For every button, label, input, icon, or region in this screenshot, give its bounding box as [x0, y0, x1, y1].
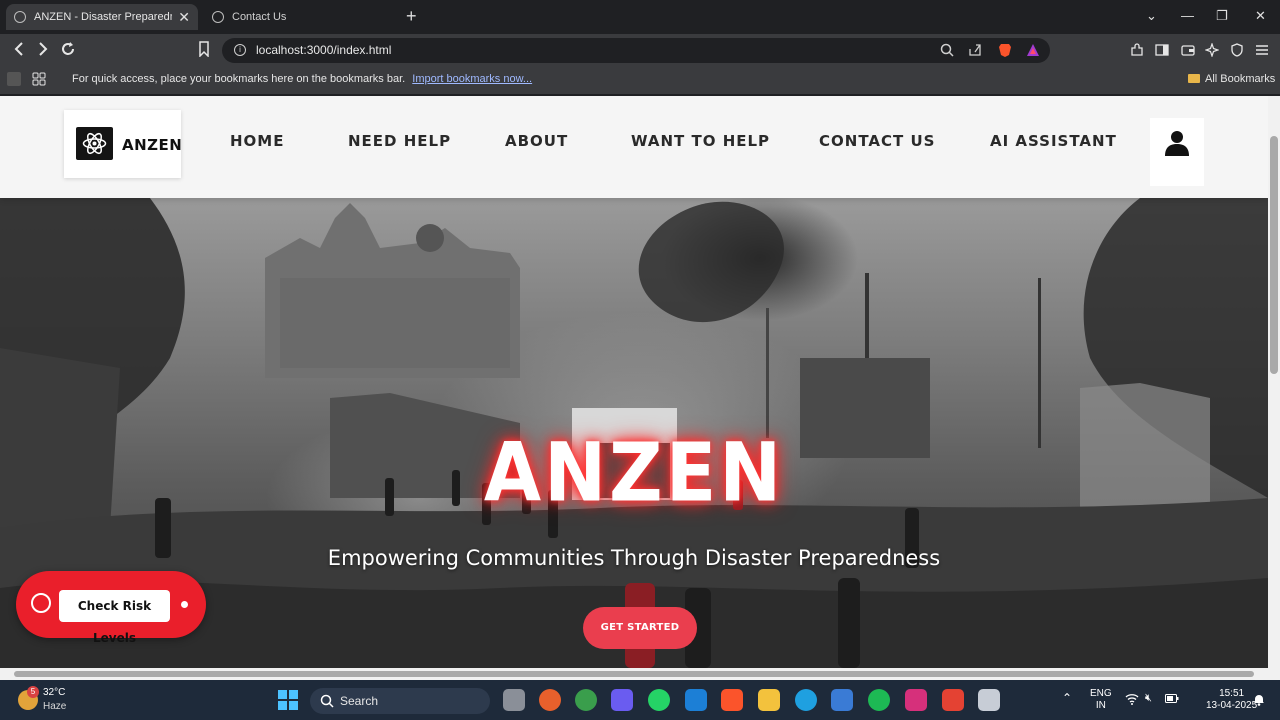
menu-icon[interactable] — [1255, 43, 1269, 57]
scrollbar-thumb[interactable] — [1270, 136, 1278, 374]
check-risk-levels-button[interactable]: Check Risk Levels — [59, 590, 170, 645]
tab-title: ANZEN - Disaster Preparedness — [34, 11, 172, 23]
address-bar[interactable]: i localhost:3000/index.html — [222, 38, 1050, 63]
task-view-icon[interactable] — [503, 689, 525, 711]
close-tab-icon[interactable]: ✕ — [178, 9, 190, 26]
forward-icon[interactable] — [36, 41, 50, 57]
search-icon — [320, 694, 334, 708]
all-bookmarks-label: All Bookmarks — [1205, 73, 1276, 85]
import-bookmarks-link[interactable]: Import bookmarks now... — [412, 73, 532, 85]
site-header: ANZEN HOME NEED HELP ABOUT WANT TO HELP … — [0, 96, 1268, 198]
copilot-icon[interactable] — [611, 689, 633, 711]
bookmarks-message: For quick access, place your bookmarks h… — [72, 73, 532, 85]
nav-ai-assistant[interactable]: AI ASSISTANT — [990, 132, 1117, 150]
language-line1: ENG — [1090, 688, 1112, 699]
tab-anzen[interactable]: ANZEN - Disaster Preparedness ✕ — [6, 4, 198, 30]
system-clock[interactable]: 15:51 13-04-2025 — [1206, 688, 1257, 712]
firefox-icon[interactable] — [539, 689, 561, 711]
tab-contact-us[interactable]: Contact Us — [204, 4, 398, 30]
weather-condition: Haze — [43, 701, 67, 712]
nav-contact-us[interactable]: CONTACT US — [819, 132, 935, 150]
browser-tab-strip: ANZEN - Disaster Preparedness ✕ Contact … — [0, 0, 1280, 34]
status-dot — [181, 601, 188, 608]
brave-icon[interactable] — [721, 689, 743, 711]
vscode-icon[interactable] — [685, 689, 707, 711]
nav-about[interactable]: ABOUT — [505, 132, 568, 150]
back-icon[interactable] — [12, 41, 26, 57]
chrome-icon[interactable] — [575, 689, 597, 711]
logo-text: ANZEN — [122, 136, 183, 154]
vertical-scrollbar[interactable] — [1268, 96, 1280, 668]
folder-icon — [1188, 74, 1200, 83]
tab-title: Contact Us — [232, 11, 287, 23]
get-started-button[interactable]: GET STARTED — [583, 607, 697, 649]
hero-subtitle: Empowering Communities Through Disaster … — [327, 546, 941, 570]
logo-atom-icon — [76, 127, 113, 160]
nav-need-help[interactable]: NEED HELP — [348, 132, 451, 150]
close-window-icon[interactable]: ✕ — [1255, 8, 1266, 24]
file-explorer-icon[interactable] — [758, 689, 780, 711]
notification-badge: 5 — [27, 686, 39, 698]
vpn-icon[interactable] — [1230, 43, 1244, 57]
user-account-button[interactable] — [1150, 118, 1204, 186]
all-bookmarks-button[interactable]: All Bookmarks — [1188, 73, 1275, 85]
share-icon[interactable] — [968, 43, 982, 57]
url-text: localhost:3000/index.html — [256, 43, 392, 57]
bookmark-icon[interactable] — [198, 41, 210, 57]
wps-office-icon[interactable] — [942, 689, 964, 711]
instagram-icon[interactable] — [905, 689, 927, 711]
snipping-tool-icon[interactable] — [978, 689, 1000, 711]
globe-icon — [14, 11, 26, 23]
notifications-icon[interactable] — [1253, 693, 1265, 706]
horizontal-scrollbar[interactable] — [0, 668, 1280, 680]
bookmarks-hint-text: For quick access, place your bookmarks h… — [72, 73, 406, 85]
scrollbar-thumb[interactable] — [14, 671, 1254, 677]
wallet-icon[interactable] — [1181, 43, 1195, 57]
whatsapp-icon[interactable] — [648, 689, 670, 711]
start-windows-icon[interactable] — [278, 690, 298, 710]
grid-icon[interactable] — [32, 72, 46, 86]
reload-icon[interactable] — [60, 41, 76, 57]
apps-icon[interactable] — [7, 72, 21, 86]
edge-icon[interactable] — [795, 689, 817, 711]
risk-widget[interactable]: Check Risk Levels — [16, 571, 206, 645]
new-tab-icon[interactable]: + — [406, 6, 417, 27]
store-icon[interactable] — [831, 689, 853, 711]
risk-gauge-icon — [31, 593, 51, 613]
sidebar-icon[interactable] — [1155, 43, 1169, 57]
bookmarks-bar: For quick access, place your bookmarks h… — [0, 66, 1280, 94]
search-label: Search — [340, 694, 379, 708]
brave-rewards-icon[interactable] — [1026, 43, 1040, 57]
windows-taskbar: 5 32°C Haze Search ⌃ ENG IN 🔇︎ 15:51 13-… — [0, 680, 1280, 720]
extensions-icon[interactable] — [1130, 43, 1144, 57]
tray-overflow-icon[interactable]: ⌃ — [1062, 692, 1072, 704]
site-logo[interactable]: ANZEN — [64, 110, 183, 178]
clock-time: 15:51 — [1219, 688, 1245, 699]
nav-home[interactable]: HOME — [230, 132, 284, 150]
volume-muted-icon[interactable]: 🔇︎ — [1145, 692, 1152, 704]
language-indicator[interactable]: ENG IN — [1090, 688, 1112, 712]
spotify-icon[interactable] — [868, 689, 890, 711]
page-viewport: ANZEN Empowering Communities Through Dis… — [0, 96, 1268, 668]
nav-want-to-help[interactable]: WANT TO HELP — [631, 132, 770, 150]
leo-ai-icon[interactable] — [1205, 43, 1219, 57]
hero-title: ANZEN — [483, 425, 785, 521]
brave-shields-icon[interactable] — [998, 43, 1012, 57]
clock-date: 13-04-2025 — [1206, 700, 1258, 711]
battery-icon[interactable] — [1165, 694, 1179, 703]
globe-icon — [212, 11, 224, 23]
maximize-icon[interactable]: ❐ — [1216, 8, 1228, 24]
tab-search-icon[interactable]: ⌄ — [1146, 8, 1157, 24]
language-line2: IN — [1095, 700, 1106, 711]
wifi-icon[interactable] — [1125, 693, 1139, 705]
zoom-icon[interactable] — [940, 43, 954, 57]
weather-temp: 32°C — [43, 687, 66, 698]
user-icon — [1165, 131, 1189, 156]
taskbar-search[interactable]: Search — [310, 688, 490, 714]
site-info-icon[interactable]: i — [234, 44, 246, 56]
minimize-icon[interactable]: — — [1181, 8, 1194, 23]
